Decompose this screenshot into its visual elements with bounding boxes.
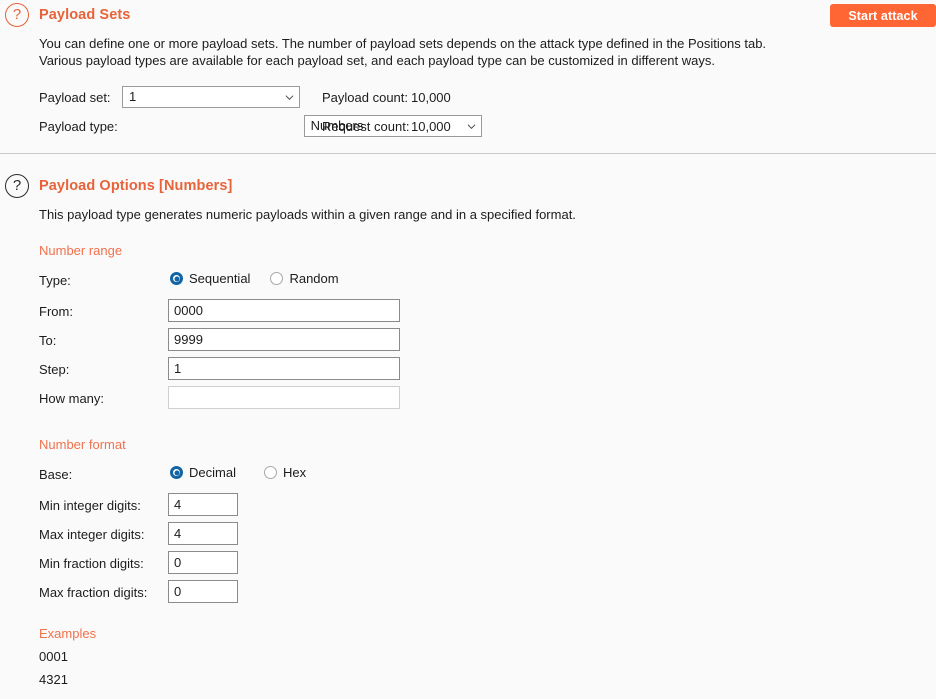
type-radio-group[interactable]: Sequential Random [170, 271, 359, 286]
payload-set-label: Payload set: [39, 90, 111, 105]
payload-options-title: Payload Options [Numbers] [39, 178, 233, 194]
radio-dot-icon [263, 466, 277, 479]
step-input[interactable] [168, 357, 400, 380]
payload-sets-description-line-1: You can define one or more payload sets.… [39, 36, 767, 51]
payload-count-value: 10,000 [411, 90, 451, 105]
step-label: Step: [39, 362, 70, 377]
min-fraction-digits-input[interactable] [168, 551, 238, 574]
radio-random[interactable]: Random [270, 271, 339, 286]
type-label: Type: [39, 273, 71, 288]
from-label: From: [39, 304, 73, 319]
radio-hex[interactable]: Hex [263, 465, 307, 480]
radio-sequential[interactable]: Sequential [170, 271, 250, 286]
example-value-1: 0001 [39, 649, 68, 664]
max-fraction-digits-label: Max fraction digits: [39, 585, 148, 600]
min-integer-digits-label: Min integer digits: [39, 498, 141, 513]
to-label: To: [39, 333, 57, 348]
number-range-heading: Number range [39, 243, 123, 258]
how-many-input[interactable] [168, 386, 400, 409]
to-input[interactable] [168, 328, 400, 351]
payload-sets-title: Payload Sets [39, 7, 131, 23]
radio-dot-icon [270, 272, 284, 285]
examples-heading: Examples [39, 626, 97, 641]
payload-sets-section: ? Payload Sets Start attack You can defi… [0, 0, 936, 137]
min-integer-digits-input[interactable] [168, 493, 238, 516]
base-label: Base: [39, 467, 73, 482]
payload-options-description: This payload type generates numeric payl… [39, 207, 576, 222]
payload-set-select-wrap[interactable]: 1 [122, 86, 300, 108]
example-value-2: 4321 [39, 672, 68, 687]
question-mark-icon[interactable]: ? [5, 3, 29, 27]
start-attack-button[interactable]: Start attack [830, 4, 936, 27]
request-count-value: 10,000 [411, 119, 451, 134]
from-input[interactable] [168, 299, 400, 322]
payload-sets-help-icon[interactable]: ? [5, 3, 29, 27]
question-mark-icon[interactable]: ? [5, 174, 29, 198]
radio-decimal-label: Decimal [189, 465, 236, 480]
radio-sequential-label: Sequential [189, 271, 251, 286]
radio-random-label: Random [289, 271, 339, 286]
radio-decimal[interactable]: Decimal [170, 465, 236, 480]
radio-dot-icon [170, 272, 183, 285]
payload-count-label: Payload count: [322, 90, 409, 105]
min-fraction-digits-label: Min fraction digits: [39, 556, 144, 571]
max-integer-digits-label: Max integer digits: [39, 527, 145, 542]
number-format-heading: Number format [39, 437, 126, 452]
section-divider [0, 153, 936, 154]
request-count-label: Request count: [322, 119, 410, 134]
payload-set-select[interactable]: 1 [122, 86, 300, 108]
max-integer-digits-input[interactable] [168, 522, 238, 545]
max-fraction-digits-input[interactable] [168, 580, 238, 603]
payload-type-label: Payload type: [39, 119, 118, 134]
radio-dot-icon [170, 466, 183, 479]
payload-sets-description-line-2: Various payload types are available for … [39, 53, 715, 68]
payload-options-help-icon[interactable]: ? [5, 174, 29, 198]
base-radio-group[interactable]: Decimal Hex [170, 465, 326, 480]
how-many-label: How many: [39, 391, 105, 406]
radio-hex-label: Hex [282, 465, 307, 480]
